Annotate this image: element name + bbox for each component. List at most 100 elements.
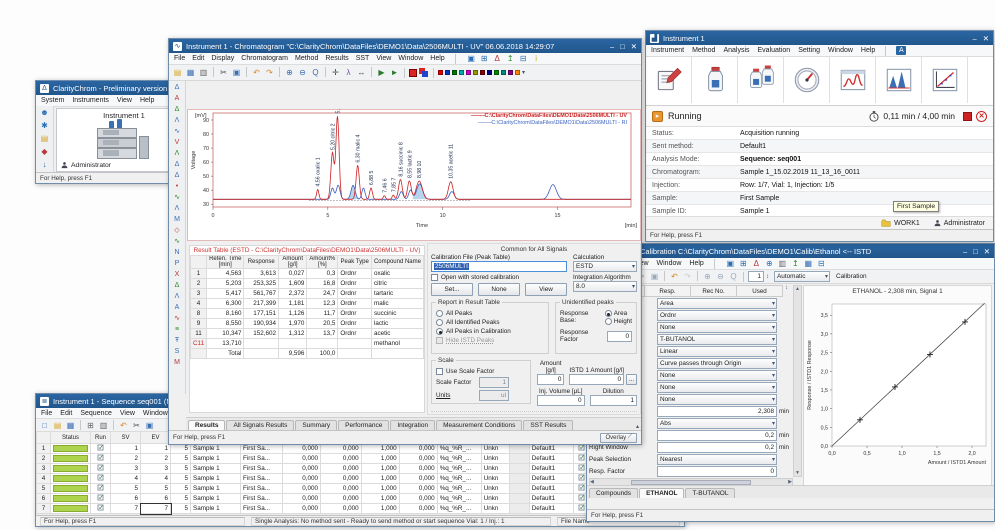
use-scale-checkbox[interactable]: Use Scale Factor [436,368,526,375]
peak-tool-icon-21[interactable]: A [175,303,180,313]
table-row[interactable]: 46,300217,3991,18112,3Ordnrmalic [191,299,424,309]
menu-help[interactable]: Help [861,47,875,54]
run-checkbox[interactable] [91,454,111,464]
menu-window[interactable]: Window [143,410,168,417]
tab-measurement-conditions[interactable]: Measurement Conditions [436,420,522,430]
table-row[interactable]: 25,203253,3251,60916,8Ordnrcitric [191,279,424,289]
copy-icon[interactable]: ▣ [649,271,660,282]
abort-button[interactable]: ✕ [976,111,987,122]
sequence-row-2[interactable]: 2225Sample 1First Sa...0,0000,0001,0000,… [37,454,618,464]
undo-icon[interactable]: ↶ [669,271,680,282]
grid-header-resp-[interactable]: Resp. [645,285,691,297]
copy-icon[interactable]: ▣ [144,420,155,431]
signal-color-6[interactable] [473,70,478,75]
redo-icon[interactable]: ↷ [264,67,275,78]
minimize-button[interactable]: – [973,34,977,43]
report-option-3[interactable]: All Peaks in Calibration [436,328,544,335]
report-icon[interactable]: ▥ [777,258,788,269]
sequence-row-4[interactable]: 4445Sample 1First Sa...0,0000,0001,0000,… [37,474,618,484]
sequence-row-5[interactable]: 5555Sample 1First Sa...0,0000,0001,0000,… [37,484,618,494]
peak-tool-icon-25[interactable]: S [175,347,180,357]
report-option-2[interactable]: All Identified Peaks [436,319,544,326]
height-radio[interactable]: Height [605,318,632,325]
close-button[interactable]: ✕ [984,247,990,256]
peak-tool-icon-6[interactable]: V [175,138,180,148]
menu-evaluation[interactable]: Evaluation [758,47,791,54]
ev-cell[interactable]: 6 [141,494,171,504]
menu-file[interactable]: File [174,55,185,62]
minimize-button[interactable]: – [963,247,967,256]
device-monitor-button[interactable] [784,57,830,103]
mode-select[interactable]: Automatic▾ [774,271,830,282]
menu-instrument[interactable]: Instrument [651,47,684,54]
table-row[interactable]: 14,5633,6130,0270,3Ordnroxalic [191,269,424,279]
sequence-row-1[interactable]: 1115Sample 1First Sa...0,0000,0001,0000,… [37,444,618,454]
open-icon[interactable]: ▤ [52,420,63,431]
archive-icon[interactable]: ▤ [36,132,53,145]
signal-color-7[interactable] [480,70,485,75]
run-checkbox[interactable] [91,474,111,484]
menu-results[interactable]: Results [325,55,348,62]
menu-instruments[interactable]: Instruments [72,97,109,104]
calibration-curve-chart[interactable]: 0,00,51,01,52,02,53,03,50,00,51,01,52,0A… [804,298,992,484]
chart-icon[interactable]: Δ [492,53,503,64]
menu-help[interactable]: Help [140,97,154,104]
property-input-13[interactable]: 0,2 [657,442,777,453]
logged-user[interactable]: Administrator [61,161,111,169]
none-button[interactable]: None [478,283,520,296]
menu-view[interactable]: View [117,97,132,104]
table-row[interactable]: 88,160177,1511,12611,7Ordnrsuccinic [191,309,424,319]
menu-method[interactable]: Method [692,47,715,54]
export-icon[interactable]: ↥ [790,258,801,269]
chromatogram-window-button[interactable] [876,57,922,103]
tab-performance[interactable]: Performance [338,420,389,430]
integration-select[interactable]: 8.0▾ [573,281,637,292]
column-header-ev[interactable]: EV [141,432,171,444]
peaks-icon[interactable]: Δ [751,258,762,269]
peak-tool-icon-15[interactable]: ∿ [174,237,180,247]
open-icon[interactable]: ▤ [172,67,183,78]
move-icon[interactable]: ↔ [356,67,367,78]
peak-tool-icon-8[interactable]: Δ [175,160,180,170]
window-icon[interactable]: ▣ [725,258,736,269]
calculation-select[interactable]: ESTD▾ [573,261,637,272]
signal-color-9[interactable] [494,70,499,75]
property-select-5[interactable]: Linear▾ [657,346,777,357]
undo-icon[interactable]: ↶ [118,420,129,431]
table-row[interactable]: 35,417561,7672,37224,7Ordnrtartaric [191,289,424,299]
ev-cell[interactable]: 7 [141,504,171,514]
stop-button[interactable] [963,112,972,121]
peak-tool-icon-19[interactable]: Δ [175,281,180,291]
shield-icon[interactable]: ◆ [36,145,53,158]
undo-icon[interactable]: ↶ [251,67,262,78]
chromatogram-chart[interactable]: 30405060708090051015Time[min][mV]Voltage… [187,109,641,241]
zoom-icon[interactable]: Q [310,67,321,78]
dilution-input[interactable]: 1 [590,395,638,406]
signal-color-10[interactable] [501,70,506,75]
istd-amount-input[interactable]: 0 [569,374,624,385]
signal-color-2[interactable] [445,70,450,75]
user-variables-toggle[interactable]: ◂ User Variables [431,411,637,415]
result-table[interactable]: Reten. Time[min]ResponseAmount[g/l]Amoun… [190,255,424,359]
sequence-row-3[interactable]: 3335Sample 1First Sa...0,0000,0001,0000,… [37,464,618,474]
zoom-in-icon[interactable]: ⊕ [284,67,295,78]
run-checkbox[interactable] [91,464,111,474]
user-indicator[interactable]: Administrator [934,219,985,227]
signal-color-5[interactable] [466,70,471,75]
ev-cell[interactable]: 2 [141,454,171,464]
zoom-icon[interactable]: ⊕ [764,258,775,269]
close-button[interactable]: ✕ [631,42,637,51]
run-checkbox[interactable] [91,504,111,514]
run-checkbox[interactable] [91,494,111,504]
window-icon[interactable]: ▣ [466,53,477,64]
menu-window[interactable]: Window [657,260,682,267]
info-icon[interactable]: i [531,53,542,64]
overlay-button[interactable]: Overlay ⟋ [600,433,637,443]
menu-setting[interactable]: Setting [798,47,820,54]
peak-tool-icon-4[interactable]: Λ [175,116,180,126]
run-checkbox[interactable] [91,484,111,494]
close-button[interactable]: ✕ [983,34,989,43]
redo-icon[interactable]: ↷ [682,271,693,282]
property-input-15[interactable]: 0 [657,466,777,477]
tab-ethanol[interactable]: ETHANOL [639,488,684,498]
